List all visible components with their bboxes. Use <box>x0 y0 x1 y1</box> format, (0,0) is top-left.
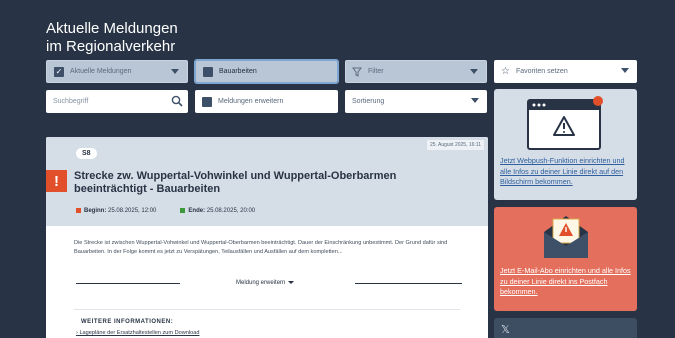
checkbox-icon <box>202 96 212 107</box>
x-icon[interactable]: 𝕏 <box>501 323 510 336</box>
favoriten-label: Favoriten setzen <box>515 68 568 75</box>
divider-right <box>355 283 462 284</box>
search-placeholder: Suchbegriff <box>53 98 89 105</box>
begin-time: Beginn: 25.08.2025, 12:00 <box>76 208 156 214</box>
begin-label: Beginn: <box>84 208 107 215</box>
download-link-label: Lagepläne der Ersatzhaltestellen zum Dow… <box>79 330 200 336</box>
red-flag-icon <box>76 208 81 213</box>
chevron-right-icon: › <box>76 330 78 336</box>
email-panel: Jetzt E-Mail-Abo einrichten und alle Inf… <box>494 207 637 311</box>
checkbox-checked-icon: ✓ <box>54 66 64 77</box>
message-date: 25. August 2025, 16:11 <box>426 140 484 150</box>
aktuelle-meldungen-select[interactable]: ✓ Aktuelle Meldungen <box>46 60 188 83</box>
search-icon[interactable] <box>171 95 183 107</box>
sortierung-label: Sortierung <box>352 98 385 105</box>
webpush-panel: Jetzt Webpush-Funktion einrichten und al… <box>494 89 637 200</box>
email-subscription-link[interactable]: Jetzt E-Mail-Abo einrichten und alle Inf… <box>500 266 634 298</box>
meldungen-erweitern-label: Meldungen erweitern <box>218 98 284 105</box>
favoriten-select[interactable]: ☆ Favoriten setzen <box>494 60 637 83</box>
end-time: Ende: 25.08.2025, 20:00 <box>180 208 255 214</box>
filter-icon <box>352 67 362 77</box>
filter-select[interactable]: Filter <box>345 60 487 83</box>
more-info-heading: WEITERE INFORMATIONEN: <box>81 319 174 325</box>
separator <box>74 309 460 310</box>
webpush-link[interactable]: Jetzt Webpush-Funktion einrichten und al… <box>500 156 634 188</box>
message-description: Die Strecke ist zwischen Wuppertal-Vohwi… <box>74 240 448 255</box>
download-link[interactable]: › Lagepläne der Ersatzhaltestellen zum D… <box>76 330 199 336</box>
page-title-line2: im Regionalverkehr <box>46 38 176 55</box>
chevron-down-icon <box>171 69 179 74</box>
filter-label: Filter <box>368 68 384 75</box>
green-flag-icon <box>180 208 186 213</box>
message-header: 25. August 2025, 16:11 S8 ! Strecke zw. … <box>46 137 488 226</box>
message-card: 25. August 2025, 16:11 S8 ! Strecke zw. … <box>46 137 488 338</box>
begin-value: 25.08.2025, 12:00 <box>108 208 157 215</box>
message-times: Beginn: 25.08.2025, 12:00 Ende: 25.08.20… <box>76 208 255 214</box>
expand-message-label: Meldung erweitern <box>236 280 286 286</box>
chevron-down-icon <box>470 69 478 74</box>
line-badge: S8 <box>76 148 97 159</box>
aktuelle-meldungen-label: Aktuelle Meldungen <box>70 68 132 75</box>
chevron-down-icon <box>288 280 295 284</box>
sortierung-select[interactable]: Sortierung <box>345 90 487 113</box>
chevron-down-icon <box>471 98 479 103</box>
bauarbeiten-checkbox[interactable]: Bauarbeiten <box>194 59 339 84</box>
mail-alert-icon <box>544 216 588 258</box>
expand-message-button[interactable]: Meldung erweitern <box>236 280 295 286</box>
alert-icon: ! <box>46 170 67 192</box>
bauarbeiten-label: Bauarbeiten <box>219 68 257 75</box>
message-title: Strecke zw. Wuppertal-Vohwinkel und Wupp… <box>74 170 397 195</box>
chevron-down-icon <box>621 68 629 73</box>
meldungen-erweitern-checkbox[interactable]: Meldungen erweitern <box>195 90 338 113</box>
page-title: Aktuelle Meldungen im Regionalverkehr <box>46 20 178 56</box>
page-title-line1: Aktuelle Meldungen <box>46 20 178 37</box>
search-input[interactable]: Suchbegriff <box>46 90 188 113</box>
divider-left <box>76 283 180 284</box>
social-panel: 𝕏 <box>494 318 637 338</box>
checkbox-icon <box>203 66 213 77</box>
end-label: Ende: <box>188 208 206 215</box>
browser-alert-icon <box>527 96 603 150</box>
star-icon: ☆ <box>501 66 510 77</box>
end-value: 25.08.2025, 20:00 <box>206 208 256 215</box>
